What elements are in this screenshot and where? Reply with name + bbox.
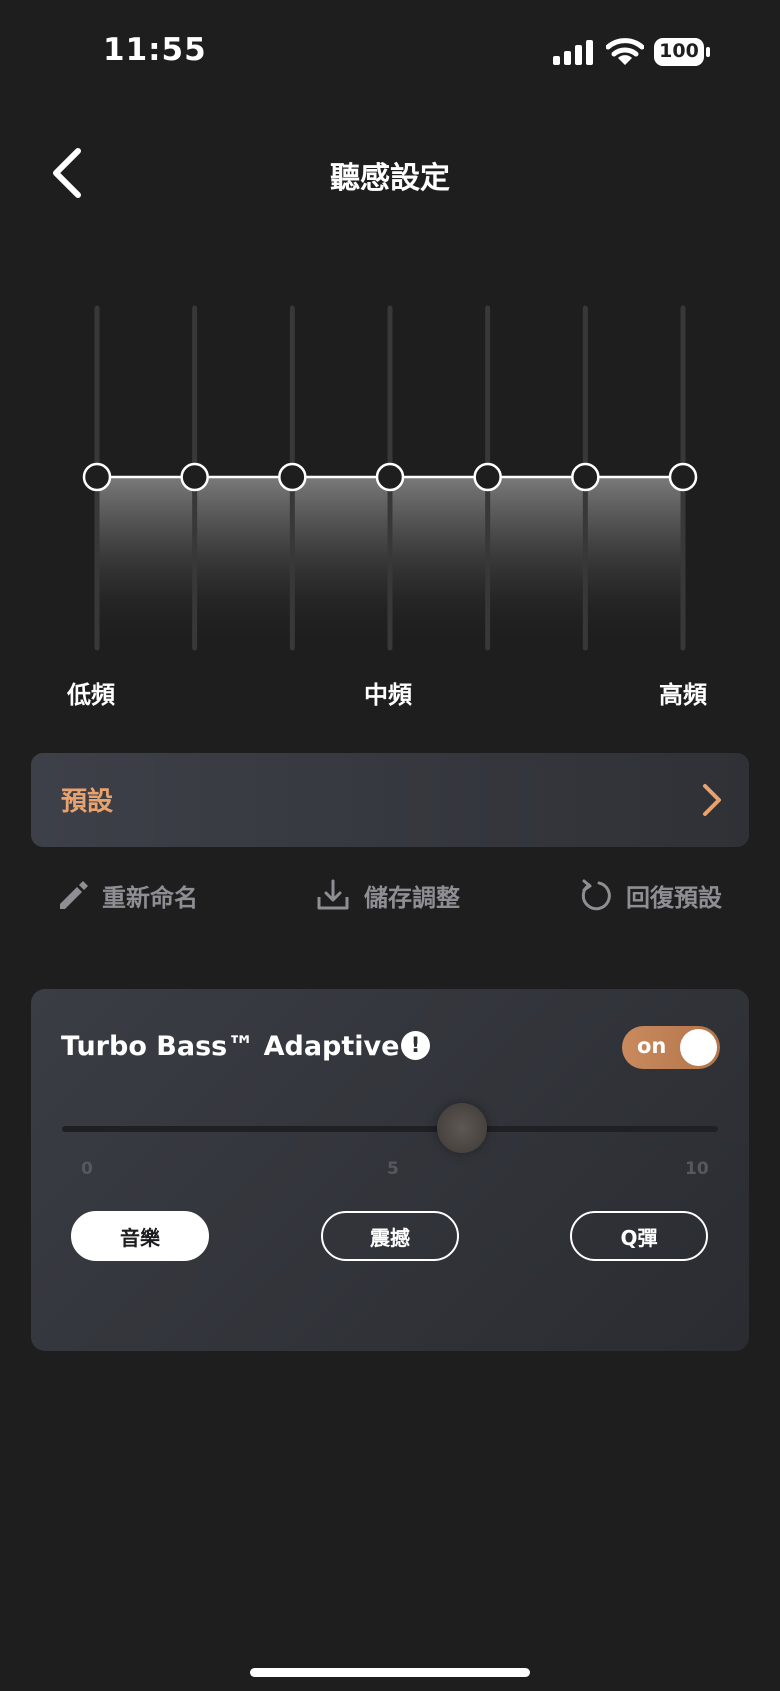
slider-min-label: 0 [81, 1159, 93, 1179]
band-label-high: 高頻 [659, 681, 707, 709]
eq-band-handle[interactable] [571, 462, 600, 492]
wifi-icon [606, 38, 644, 65]
eq-band-handle[interactable] [180, 462, 209, 492]
eq-band-handle[interactable] [668, 462, 698, 492]
battery-icon: 100 [653, 37, 711, 67]
mode-shock-button[interactable]: 震撼 [321, 1211, 459, 1261]
reset-label: 回復預設 [626, 883, 722, 912]
eq-band-handle[interactable] [375, 462, 405, 492]
turbo-bass-title: Turbo Bass™ Adaptive [61, 1031, 400, 1062]
chevron-right-icon [703, 784, 721, 816]
info-icon[interactable]: ! [401, 1031, 430, 1060]
preset-label: 預設 [61, 787, 114, 817]
toggle-knob [680, 1029, 717, 1066]
turbo-bass-slider-thumb[interactable] [436, 1103, 487, 1153]
save-adjustment-button[interactable]: 儲存調整 [316, 875, 460, 915]
pencil-icon [60, 881, 88, 909]
page-title: 聽感設定 [330, 161, 450, 196]
save-label: 儲存調整 [364, 883, 460, 912]
status-time: 11:55 [103, 32, 207, 68]
cellular-signal-icon [553, 40, 593, 65]
mode-bounce-button[interactable]: Q彈 [570, 1211, 708, 1261]
reset-default-button[interactable]: 回復預設 [578, 875, 722, 915]
equalizer-graph[interactable] [0, 300, 780, 660]
home-indicator[interactable] [250, 1668, 530, 1677]
battery-level: 100 [659, 40, 699, 62]
slider-mid-label: 5 [387, 1159, 399, 1179]
turbo-bass-slider-track[interactable] [62, 1126, 718, 1132]
turbo-bass-card: Turbo Bass™ Adaptive ! on 0 5 10 音樂 震撼 Q… [31, 989, 749, 1351]
turbo-bass-toggle[interactable]: on [622, 1026, 720, 1069]
eq-band-handle[interactable] [473, 462, 502, 492]
eq-band-handle[interactable] [82, 462, 112, 492]
slider-max-label: 10 [685, 1159, 709, 1179]
mode-music-button[interactable]: 音樂 [71, 1211, 209, 1261]
eq-band-handle[interactable] [278, 462, 307, 492]
rename-label: 重新命名 [102, 883, 198, 912]
download-icon [317, 879, 349, 910]
preset-selector[interactable]: 預設 [31, 753, 749, 847]
band-label-mid: 中頻 [364, 681, 412, 709]
toggle-label: on [637, 1034, 667, 1058]
band-label-low: 低頻 [67, 681, 115, 709]
rename-button[interactable]: 重新命名 [54, 875, 198, 915]
reset-icon [581, 879, 611, 911]
